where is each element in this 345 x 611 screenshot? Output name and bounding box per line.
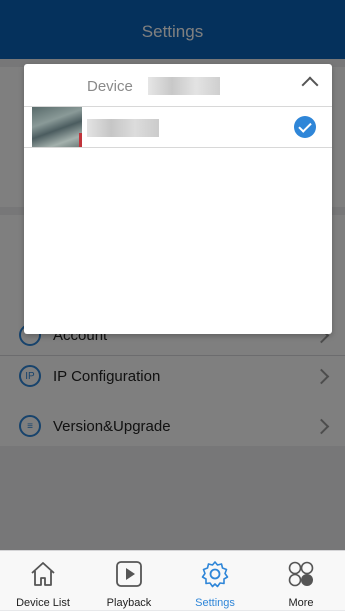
- device-dropdown-title: Device: [87, 78, 133, 95]
- tab-more[interactable]: More: [258, 551, 344, 611]
- blurred-device-name: [87, 119, 159, 137]
- device-list-item[interactable]: [24, 107, 332, 147]
- tab-settings[interactable]: Settings: [172, 551, 258, 611]
- blurred-device-name: [148, 77, 220, 95]
- checkmark-icon: [294, 116, 316, 138]
- play-icon: [116, 561, 142, 587]
- camera-thumbnail: [32, 107, 82, 147]
- tab-label: More: [288, 597, 314, 609]
- home-icon: [31, 562, 55, 586]
- tab-label: Settings: [195, 597, 235, 609]
- chevron-up-icon[interactable]: [301, 76, 319, 94]
- device-dropdown-header[interactable]: Device: [24, 64, 332, 106]
- gear-icon: [201, 561, 229, 588]
- bottom-tab-bar: Device List Playback Settings More: [0, 550, 345, 610]
- tab-device-list[interactable]: Device List: [0, 551, 86, 611]
- more-icon: [288, 561, 314, 587]
- tab-label: Playback: [106, 597, 152, 609]
- tab-label: Device List: [16, 597, 70, 609]
- divider: [24, 147, 332, 148]
- device-dropdown: Device: [24, 64, 332, 334]
- tab-playback[interactable]: Playback: [86, 551, 172, 611]
